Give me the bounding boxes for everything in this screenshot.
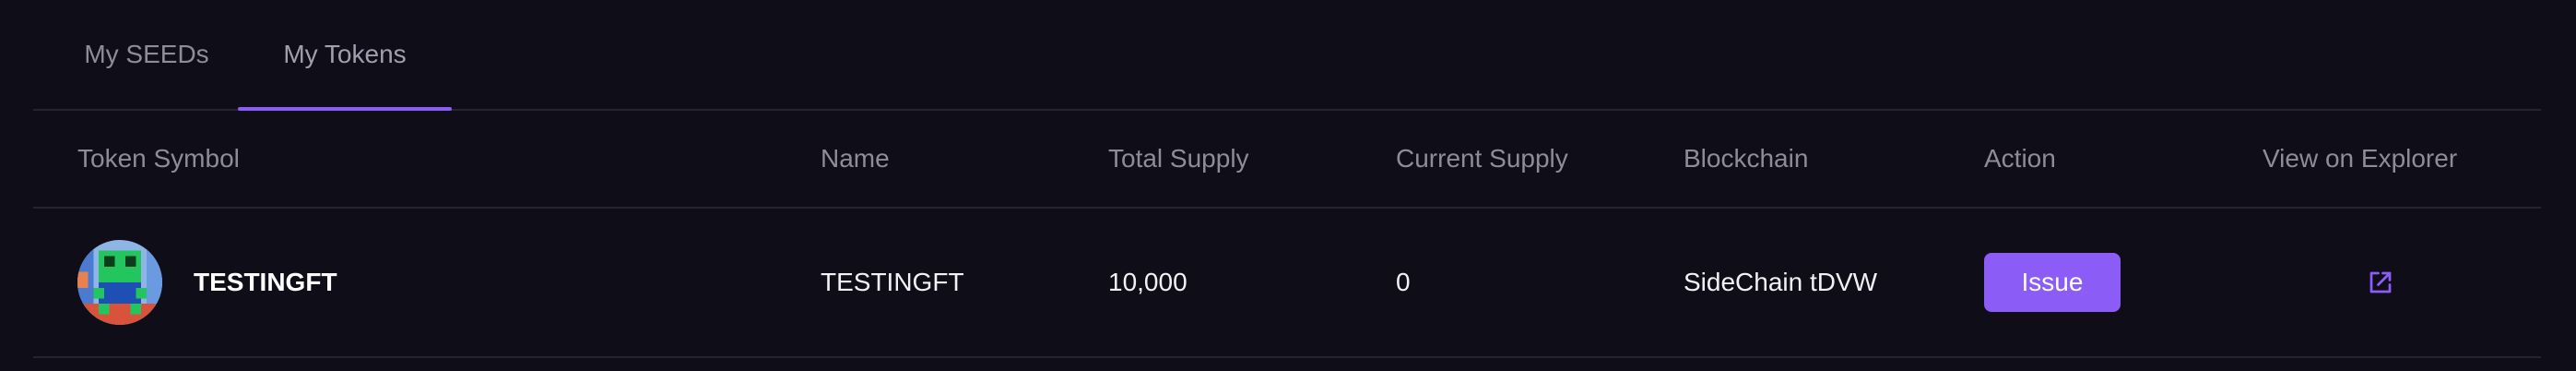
- header-name: Name: [821, 144, 890, 173]
- external-link-icon[interactable]: [2364, 266, 2397, 299]
- tab-bar: My SEEDs My Tokens: [33, 0, 2541, 111]
- header-current-supply: Current Supply: [1396, 144, 1568, 173]
- header-view-on-explorer: View on Explorer: [2263, 144, 2458, 173]
- header-total-supply: Total Supply: [1108, 144, 1249, 173]
- tab-label: My Tokens: [283, 40, 407, 68]
- tokens-table: Token Symbol Name Total Supply Current S…: [33, 111, 2541, 358]
- cell-action: Issue: [1984, 209, 2121, 356]
- tab-my-tokens[interactable]: My Tokens: [238, 0, 452, 109]
- table-header: Token Symbol Name Total Supply Current S…: [33, 111, 2541, 209]
- header-action: Action: [1984, 144, 2056, 173]
- table-row: TESTINGFT TESTINGFT 10,000 0 SideChain t…: [33, 209, 2541, 358]
- cell-explorer: [2263, 209, 2397, 356]
- cell-total-supply: 10,000: [1108, 268, 1188, 296]
- tab-label: My SEEDs: [84, 40, 209, 68]
- cell-token-symbol: TESTINGFT: [77, 209, 337, 356]
- token-symbol-text: TESTINGFT: [194, 268, 337, 296]
- cell-name: TESTINGFT: [821, 268, 964, 296]
- tokens-page: My SEEDs My Tokens Token Symbol Name Tot…: [0, 0, 2576, 371]
- issue-button-label: Issue: [2021, 268, 2084, 296]
- header-token-symbol: Token Symbol: [77, 144, 240, 173]
- tab-my-seeds[interactable]: My SEEDs: [33, 0, 249, 109]
- cell-current-supply: 0: [1396, 268, 1411, 296]
- header-blockchain: Blockchain: [1684, 144, 1809, 173]
- issue-button[interactable]: Issue: [1984, 253, 2121, 312]
- token-avatar-icon: [77, 240, 162, 325]
- cell-blockchain: SideChain tDVW: [1684, 268, 1878, 296]
